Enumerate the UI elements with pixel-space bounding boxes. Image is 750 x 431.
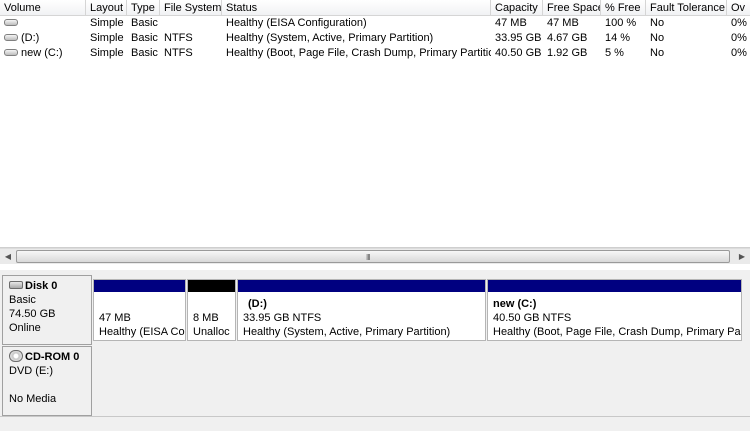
- cell-free-space: 4.67 GB: [547, 32, 588, 44]
- column-free-space[interactable]: Free Space: [543, 0, 601, 16]
- column-overhead[interactable]: Ov: [727, 0, 750, 16]
- partition-name: new (C:): [493, 298, 537, 310]
- disk-0-type: Basic: [9, 294, 36, 306]
- column-type[interactable]: Type: [127, 0, 160, 16]
- volume-icon: [4, 33, 18, 41]
- cell-percent-free: 14 %: [605, 32, 631, 44]
- volume-list: Volume Layout Type File System Status Ca…: [0, 0, 750, 248]
- partition-name: [99, 297, 180, 311]
- cdrom-0-label[interactable]: CD-ROM 0 DVD (E:) No Media: [2, 346, 92, 416]
- partition-c[interactable]: new (C:) 40.50 GB NTFS Healthy (Boot, Pa…: [487, 279, 742, 341]
- cdrom-0-drive: DVD (E:): [9, 365, 53, 377]
- partition-size: 8 MB: [193, 312, 219, 324]
- partition-name: [193, 297, 230, 311]
- cell-layout: Simple: [90, 47, 124, 59]
- cell-file-system: NTFS: [164, 47, 193, 59]
- cell-volume: (D:): [0, 31, 86, 46]
- cell-capacity: 47 MB: [495, 17, 527, 29]
- horizontal-scrollbar[interactable]: ◀ III ▶: [0, 248, 750, 264]
- partition-bar: [238, 280, 485, 292]
- partition-status: Healthy (EISA Co: [99, 326, 185, 338]
- cell-capacity: 40.50 GB: [495, 47, 542, 59]
- disk-0-label[interactable]: Disk 0 Basic 74.50 GB Online: [2, 275, 92, 345]
- column-percent-free[interactable]: % Free: [601, 0, 646, 16]
- cell-type: Basic: [131, 47, 158, 59]
- partition-name: (D:): [248, 298, 267, 310]
- cell-fault-tolerance: No: [650, 17, 665, 29]
- partition-unallocated[interactable]: 8 MB Unalloc: [187, 279, 236, 341]
- cell-status: Healthy (System, Active, Primary Partiti…: [226, 32, 434, 44]
- partition-status: Healthy (System, Active, Primary Partiti…: [243, 326, 451, 338]
- scrollbar-thumb[interactable]: III: [16, 250, 730, 263]
- cell-type: Basic: [131, 17, 158, 29]
- cell-fault-tolerance: No: [650, 32, 665, 44]
- column-layout[interactable]: Layout: [86, 0, 127, 16]
- cdrom-0-status: No Media: [9, 393, 57, 405]
- disk-0-title: Disk 0: [25, 280, 58, 292]
- disk-0-size: 74.50 GB: [9, 308, 56, 320]
- cell-status: Healthy (EISA Configuration): [226, 17, 367, 29]
- partition-bar: [94, 280, 185, 292]
- column-status[interactable]: Status: [222, 0, 491, 16]
- partition-d[interactable]: (D:) 33.95 GB NTFS Healthy (System, Acti…: [237, 279, 486, 341]
- column-fault-tolerance[interactable]: Fault Tolerance: [646, 0, 727, 16]
- column-capacity[interactable]: Capacity: [491, 0, 543, 16]
- cell-overhead: 0%: [731, 17, 747, 29]
- partition-bar: [188, 280, 235, 292]
- cell-capacity: 33.95 GB: [495, 32, 542, 44]
- table-row[interactable]: Simple Basic Healthy (EISA Configuration…: [0, 16, 750, 31]
- partition-size: 33.95 GB NTFS: [243, 312, 322, 324]
- cell-volume: [0, 16, 86, 31]
- cell-file-system: [160, 16, 222, 31]
- scroll-right-icon[interactable]: ▶: [734, 249, 750, 265]
- scroll-left-icon[interactable]: ◀: [0, 249, 16, 265]
- cell-volume: new (C:): [0, 46, 86, 61]
- column-file-system[interactable]: File System: [160, 0, 222, 16]
- partition-status: Unalloc: [193, 326, 230, 338]
- cell-layout: Simple: [90, 17, 124, 29]
- partition-size: 47 MB: [99, 312, 131, 324]
- scrollbar-grip-icon: III: [366, 253, 371, 262]
- bottom-strip: [0, 416, 750, 431]
- partition-status: Healthy (Boot, Page File, Crash Dump, Pr…: [493, 326, 741, 338]
- cd-rom-icon: [9, 350, 23, 363]
- cell-type: Basic: [131, 32, 158, 44]
- cell-free-space: 47 MB: [547, 17, 579, 29]
- table-row[interactable]: (D:) Simple Basic NTFS Healthy (System, …: [0, 31, 750, 46]
- partition-bar: [488, 280, 741, 292]
- column-header: Volume Layout Type File System Status Ca…: [0, 0, 750, 16]
- disk-0-status: Online: [9, 322, 41, 334]
- cell-percent-free: 100 %: [605, 17, 637, 29]
- cell-free-space: 1.92 GB: [547, 47, 588, 59]
- cell-layout: Simple: [90, 32, 124, 44]
- cell-status: Healthy (Boot, Page File, Crash Dump, Pr…: [226, 47, 491, 59]
- volume-icon: [4, 48, 18, 56]
- cdrom-0-title: CD-ROM 0: [25, 351, 80, 363]
- cell-percent-free: 5 %: [605, 47, 624, 59]
- cell-overhead: 0%: [731, 47, 747, 59]
- cell-file-system: NTFS: [164, 32, 193, 44]
- graphical-disk-view: Disk 0 Basic 74.50 GB Online 47 MB Healt…: [0, 264, 750, 431]
- cell-fault-tolerance: No: [650, 47, 665, 59]
- column-volume[interactable]: Volume: [0, 0, 86, 16]
- table-row[interactable]: new (C:) Simple Basic NTFS Healthy (Boot…: [0, 46, 750, 61]
- partition-eisa[interactable]: 47 MB Healthy (EISA Co: [93, 279, 186, 341]
- cell-overhead: 0%: [731, 32, 747, 44]
- volume-icon: [4, 18, 18, 26]
- hard-disk-icon: [9, 281, 23, 290]
- partition-size: 40.50 GB NTFS: [493, 312, 572, 324]
